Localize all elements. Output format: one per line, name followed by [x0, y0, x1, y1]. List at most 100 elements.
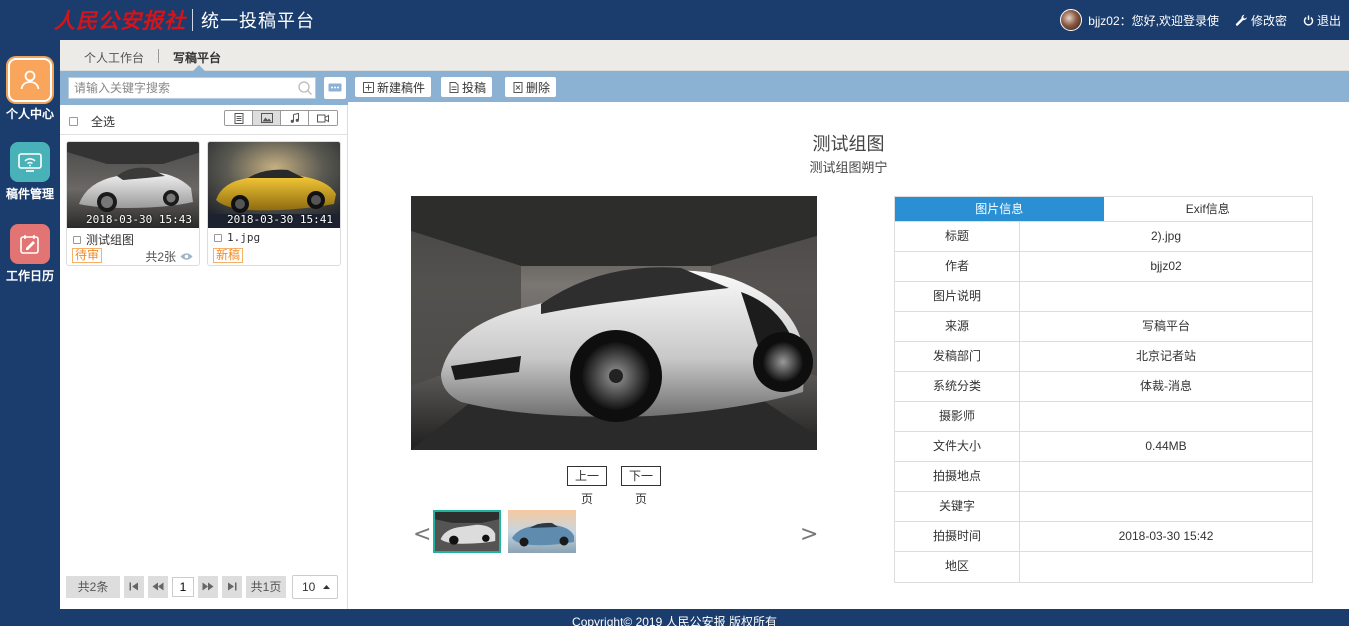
prev-page-icon — [152, 582, 164, 591]
manuscript-card[interactable]: 2018-03-30 15:43 测试组图 待审 共2张 — [66, 141, 200, 266]
wrench-icon — [1235, 14, 1247, 26]
card-checkbox[interactable] — [214, 233, 222, 242]
select-all-checkbox[interactable] — [69, 117, 78, 126]
logout-link[interactable]: 退出 — [1303, 12, 1341, 29]
info-value — [1020, 402, 1312, 431]
search-box — [68, 77, 316, 99]
info-value: 0.44MB — [1145, 439, 1187, 453]
info-row: 摄影师 — [895, 402, 1312, 432]
info-label: 作者 — [895, 252, 1020, 281]
info-value: 写稿平台 — [1141, 319, 1190, 333]
nav-item-work-calendar[interactable]: 工作日历 — [0, 224, 60, 284]
detail-subtitle: 测试组图朔宁 — [809, 160, 888, 175]
card-title-row: 测试组图 — [73, 231, 134, 248]
thumbnail-blue-car[interactable] — [508, 510, 576, 553]
search-bar — [60, 71, 348, 105]
platform-name: 统一投稿平台 — [201, 11, 315, 32]
info-label: 拍摄地点 — [895, 462, 1020, 491]
total-pages: 共1页 — [246, 575, 286, 598]
info-value: 2018-03-30 15:42 — [1118, 529, 1214, 543]
tab-writing-platform[interactable]: 写稿平台 — [173, 49, 221, 66]
info-row: 地区 — [895, 552, 1312, 582]
eye-icon[interactable] — [180, 252, 193, 261]
main-photo — [411, 196, 817, 450]
caret-up-icon — [323, 584, 330, 589]
more-dots-icon — [328, 83, 342, 92]
first-page-button[interactable] — [124, 575, 144, 598]
change-password-link[interactable]: 修改密 — [1235, 12, 1287, 29]
more-options-button[interactable] — [324, 77, 346, 99]
calendar-edit-icon — [10, 224, 50, 264]
filter-row: 全选 — [60, 105, 348, 135]
logo[interactable]: 人民公安报社 统一投稿平台 — [54, 5, 315, 35]
plus-square-icon — [363, 81, 374, 93]
avatar[interactable] — [1060, 9, 1083, 31]
info-label: 地区 — [895, 552, 1020, 582]
card-title: 1.jpg — [227, 231, 261, 244]
info-row: 关键字 — [895, 492, 1312, 522]
next-image-button[interactable]: 下一 页 — [621, 466, 661, 507]
image-icon — [260, 113, 273, 123]
info-label: 摄影师 — [895, 402, 1020, 431]
nav-label-work-calendar: 工作日历 — [5, 269, 54, 283]
music-note-icon — [290, 112, 299, 123]
image-info-panel: 图片信息 Exif信息 标题 2).jpg 作者 bjjz02 图片说明 来源 写稿平台发稿… — [894, 196, 1313, 583]
search-input[interactable] — [69, 78, 295, 98]
select-all[interactable]: 全选 — [69, 113, 115, 130]
info-rows: 标题 2).jpg 作者 bjjz02 图片说明 来源 写稿平台 发稿部门 北京记者站 系统分类 体… — [895, 222, 1312, 582]
nav-label-manuscript-management: 稿件管理 — [5, 187, 54, 201]
prev-page-button[interactable] — [148, 575, 168, 598]
info-row: 作者 bjjz02 — [895, 252, 1312, 282]
thumbnail-silver-car[interactable] — [433, 510, 501, 553]
new-manuscript-button[interactable]: 新建稿件 — [355, 77, 432, 97]
nav-item-manuscript-management[interactable]: 稿件管理 — [0, 142, 60, 202]
manuscript-list-panel: 全选 — [60, 71, 348, 609]
page-size-select[interactable]: 10 — [292, 574, 338, 599]
info-value — [1020, 552, 1312, 582]
new-manuscript-label: 新建稿件 — [377, 80, 426, 95]
user-icon — [8, 58, 52, 102]
info-row: 图片说明 — [895, 282, 1312, 312]
card-title: 测试组图 — [86, 233, 135, 247]
document-icon — [234, 112, 243, 124]
page-number-input[interactable] — [172, 576, 194, 597]
info-label: 关键字 — [895, 492, 1020, 521]
submit-button[interactable]: 投稿 — [441, 77, 493, 97]
nav-label-personal-center: 个人中心 — [5, 107, 54, 121]
tab-personal-workbench[interactable]: 个人工作台 — [84, 49, 144, 66]
last-page-button[interactable] — [222, 575, 242, 598]
thumbnail-scroll-left[interactable]: < — [413, 522, 431, 547]
tab-image-info[interactable]: 图片信息 — [895, 197, 1104, 221]
filter-text-button[interactable] — [225, 111, 253, 125]
info-label: 系统分类 — [895, 372, 1020, 401]
info-label: 来源 — [895, 312, 1020, 341]
tab-exif-info[interactable]: Exif信息 — [1104, 197, 1313, 221]
logout-label: 退出 — [1316, 13, 1341, 28]
info-value — [1020, 462, 1312, 491]
card-checkbox[interactable] — [73, 235, 81, 244]
logo-text: 人民公安报社 — [54, 8, 186, 33]
search-icon[interactable] — [297, 80, 313, 96]
delete-label: 删除 — [526, 80, 551, 95]
info-label: 发稿部门 — [895, 342, 1020, 371]
detail-title: 测试组图 — [812, 134, 885, 154]
first-page-icon — [129, 582, 138, 591]
filter-audio-button[interactable] — [281, 111, 309, 125]
filter-video-button[interactable] — [309, 111, 337, 125]
next-page-button[interactable] — [198, 575, 218, 598]
media-type-filter — [224, 110, 338, 126]
filter-image-button[interactable] — [253, 111, 281, 125]
nav-item-personal-center[interactable]: 个人中心 — [0, 58, 60, 122]
info-label: 标题 — [895, 222, 1020, 251]
thumbnail-scroll-right[interactable]: > — [800, 522, 818, 547]
manuscript-card[interactable]: 2018-03-30 15:41 1.jpg 新稿 — [207, 141, 341, 266]
prev-image-label: 上一 — [567, 466, 607, 486]
prev-image-button[interactable]: 上一 页 — [567, 466, 607, 507]
tab-divider — [158, 49, 159, 63]
next-image-sublabel: 页 — [634, 492, 647, 506]
delete-button[interactable]: 删除 — [505, 77, 557, 97]
info-label: 图片说明 — [895, 282, 1020, 311]
card-title-row: 1.jpg — [214, 231, 260, 244]
info-value: 2).jpg — [1150, 229, 1182, 243]
info-value: 北京记者站 — [1135, 349, 1196, 363]
